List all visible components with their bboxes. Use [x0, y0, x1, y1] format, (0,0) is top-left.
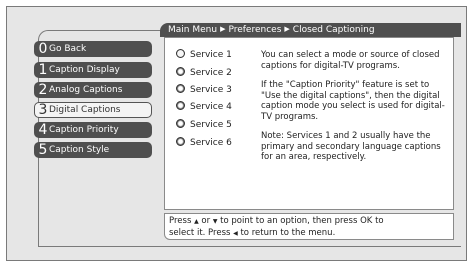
- menu-item-number: 4: [38, 122, 48, 138]
- menu-item-caption-style[interactable]: 5 Caption Style: [34, 142, 152, 158]
- service-option-6[interactable]: Service 6: [176, 136, 251, 150]
- breadcrumb: Main Menu ▶ Preferences ▶ Closed Captioning: [160, 23, 461, 37]
- radio-icon: [176, 84, 185, 93]
- description-note: Note: Services 1 and 2 usually have the …: [261, 131, 441, 162]
- menu-item-label: Caption Style: [49, 145, 110, 155]
- breadcrumb-item-main-menu: Main Menu: [168, 25, 218, 35]
- menu-item-caption-priority[interactable]: 4 Caption Priority: [34, 122, 152, 138]
- menu-item-caption-display[interactable]: 1 Caption Display: [34, 62, 152, 78]
- up-arrow-icon: ▲: [194, 218, 199, 225]
- menu-item-label: Go Back: [49, 44, 87, 54]
- description-paragraph: You can select a mode or source of close…: [261, 50, 440, 71]
- instructions-bar: Press ▲ or ▼ to point to an option, then…: [164, 213, 454, 240]
- down-arrow-icon: ▼: [212, 218, 218, 225]
- service-option-5[interactable]: Service 5: [176, 118, 251, 132]
- radio-icon: [176, 137, 185, 146]
- left-arrow-icon: ◀: [233, 229, 238, 237]
- breadcrumb-item-preferences: Preferences: [228, 25, 282, 35]
- radio-selected-icon: [176, 49, 185, 58]
- service-option-1[interactable]: Service 1: [176, 48, 251, 62]
- service-label: Service 1: [190, 50, 232, 60]
- menu-item-digital-captions[interactable]: 3 Digital Captions: [34, 102, 152, 118]
- instructions-text: select it. Press: [169, 227, 231, 238]
- instructions-line-1: Press ▲ or ▼ to point to an option, then…: [169, 216, 449, 228]
- breadcrumb-separator-icon: ▶: [220, 25, 226, 33]
- menu-item-number: 2: [38, 82, 48, 98]
- breadcrumb-item-closed-captioning: Closed Captioning: [292, 25, 375, 35]
- instructions-text: Press: [169, 216, 192, 226]
- service-option-2[interactable]: Service 2: [176, 66, 251, 80]
- menu-item-go-back[interactable]: 0 Go Back: [34, 41, 152, 57]
- service-label: Service 5: [190, 120, 232, 130]
- radio-icon: [176, 101, 185, 110]
- menu-item-number: 3: [38, 102, 48, 118]
- service-label: Service 2: [190, 68, 232, 78]
- instructions-line-2: select it. Press ◀ to return to the menu…: [169, 228, 449, 240]
- menu-item-label: Caption Priority: [49, 125, 119, 135]
- menu-item-label: Analog Captions: [49, 85, 123, 95]
- instructions-text: to point to an option, then press OK to: [220, 216, 384, 226]
- menu-item-label: Caption Display: [49, 65, 120, 75]
- description-paragraph: If the "Caption Priority" feature is set…: [261, 80, 445, 122]
- radio-icon: [176, 67, 185, 76]
- radio-icon: [176, 119, 185, 128]
- service-option-4[interactable]: Service 4: [176, 100, 251, 114]
- service-label: Service 6: [190, 138, 232, 148]
- menu-item-number: 5: [38, 142, 48, 158]
- description-text: You can select a mode or source of close…: [261, 50, 451, 172]
- menu-item-analog-captions[interactable]: 2 Analog Captions: [34, 82, 152, 98]
- breadcrumb-separator-icon: ▶: [284, 25, 290, 33]
- menu-item-label: Digital Captions: [49, 105, 121, 115]
- menu-item-number: 1: [38, 62, 48, 78]
- service-option-3[interactable]: Service 3: [176, 83, 251, 97]
- instructions-text: or: [201, 216, 211, 226]
- service-label: Service 3: [190, 85, 232, 95]
- instructions-text: to return to the menu.: [240, 227, 336, 238]
- menu-item-number: 0: [38, 41, 48, 57]
- service-label: Service 4: [190, 102, 232, 112]
